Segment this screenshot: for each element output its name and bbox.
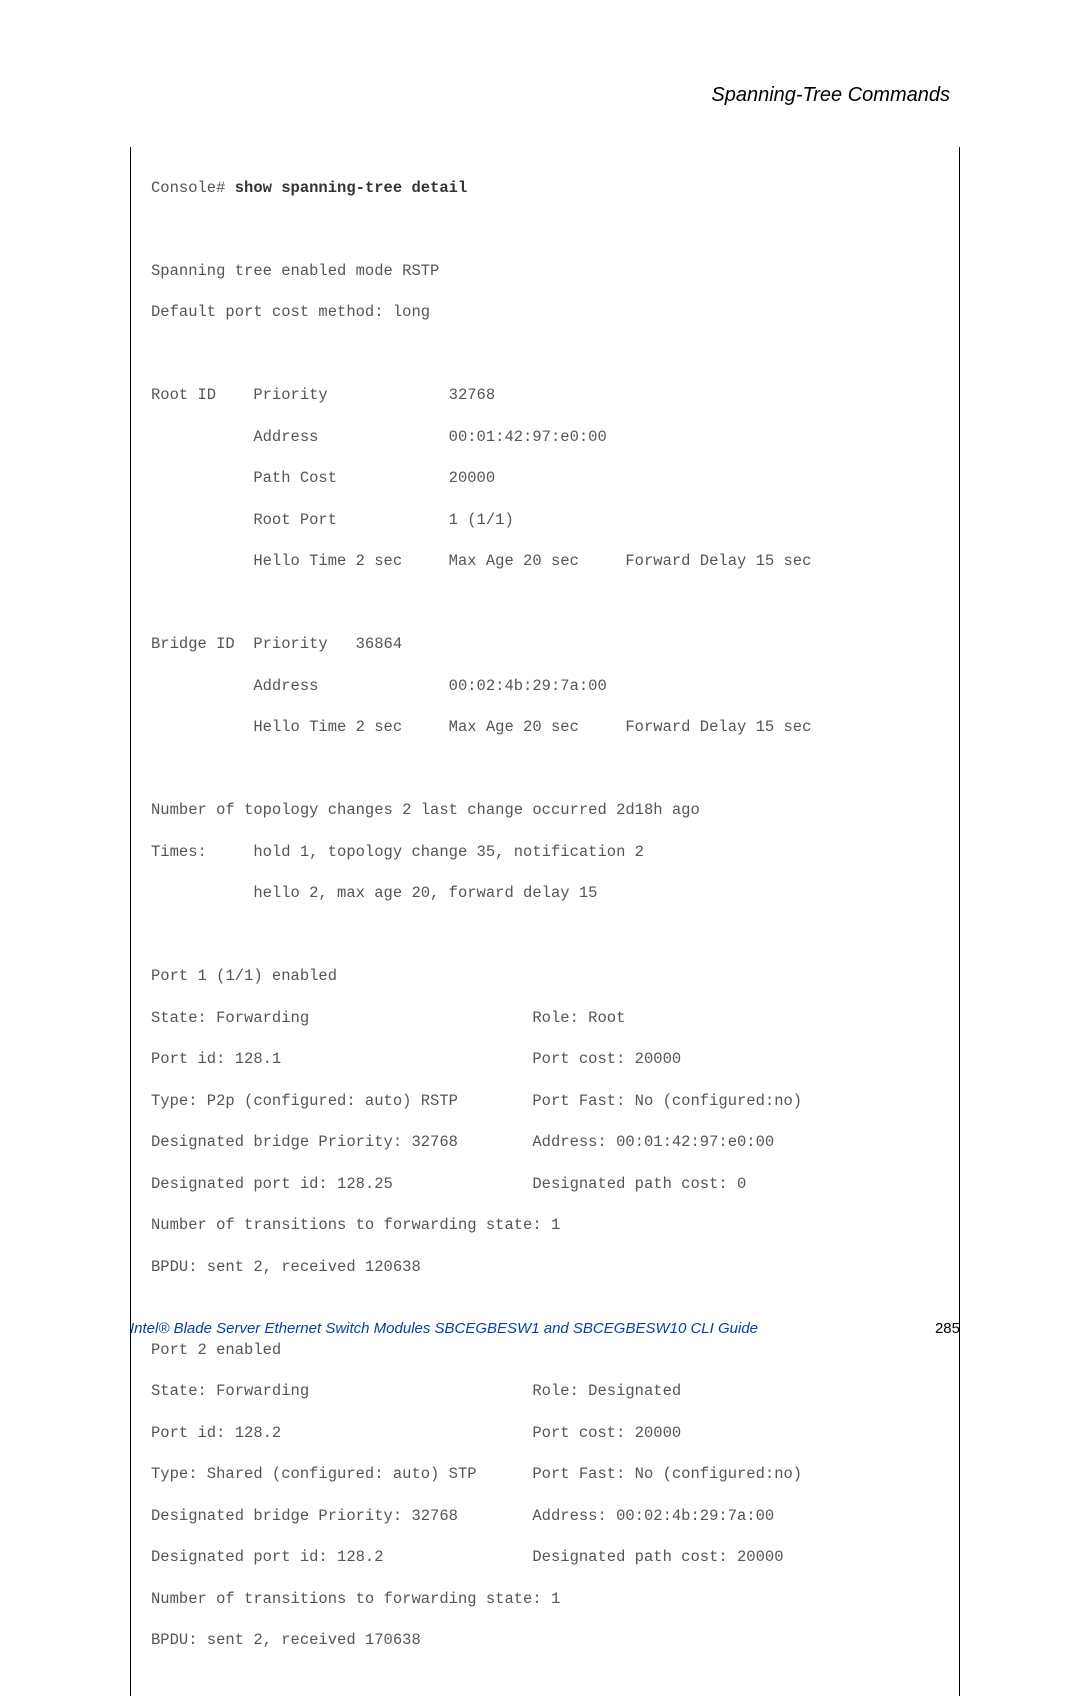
- page: Spanning-Tree Commands Console# show spa…: [0, 0, 1080, 1397]
- console-line: Root ID Priority 32768: [151, 382, 939, 408]
- console-line: Number of transitions to forwarding stat…: [151, 1212, 939, 1238]
- console-line: Port 1 (1/1) enabled: [151, 963, 939, 989]
- console-line: Port id: 128.1 Port cost: 20000: [151, 1046, 939, 1072]
- console-line: [151, 216, 939, 242]
- console-command-line: Console# show spanning-tree detail: [151, 175, 939, 201]
- console-line: Spanning tree enabled mode RSTP: [151, 258, 939, 284]
- console-line: Address 00:02:4b:29:7a:00: [151, 673, 939, 699]
- console-line: Hello Time 2 sec Max Age 20 sec Forward …: [151, 714, 939, 740]
- console-line: Designated bridge Priority: 32768 Addres…: [151, 1503, 939, 1529]
- console-line: [151, 1295, 939, 1321]
- console-line: [151, 756, 939, 782]
- console-line: Type: Shared (configured: auto) STP Port…: [151, 1461, 939, 1487]
- footer-page-number: 285: [935, 1320, 960, 1337]
- console-line: [151, 341, 939, 367]
- console-line: BPDU: sent 2, received 120638: [151, 1254, 939, 1280]
- console-prompt: Console#: [151, 179, 235, 197]
- console-line: Number of topology changes 2 last change…: [151, 797, 939, 823]
- console-line: Path Cost 20000: [151, 465, 939, 491]
- console-line: Port id: 128.2 Port cost: 20000: [151, 1420, 939, 1446]
- console-line: Designated port id: 128.25 Designated pa…: [151, 1171, 939, 1197]
- console-line: Designated bridge Priority: 32768 Addres…: [151, 1129, 939, 1155]
- console-line: Root Port 1 (1/1): [151, 507, 939, 533]
- section-title: Spanning-Tree Commands: [130, 84, 960, 107]
- console-line: [151, 922, 939, 948]
- console-line: Hello Time 2 sec Max Age 20 sec Forward …: [151, 548, 939, 574]
- console-line: Address 00:01:42:97:e0:00: [151, 424, 939, 450]
- console-output: Console# show spanning-tree detail Spann…: [130, 147, 960, 1696]
- console-line: Port 2 enabled: [151, 1337, 939, 1363]
- console-line: BPDU: sent 2, received 170638: [151, 1627, 939, 1653]
- page-footer: Intel® Blade Server Ethernet Switch Modu…: [130, 1320, 960, 1337]
- console-line: State: Forwarding Role: Designated: [151, 1378, 939, 1404]
- console-line: [151, 590, 939, 616]
- console-line: Default port cost method: long: [151, 299, 939, 325]
- console-line: hello 2, max age 20, forward delay 15: [151, 880, 939, 906]
- console-line: Designated port id: 128.2 Designated pat…: [151, 1544, 939, 1570]
- console-command: show spanning-tree detail: [235, 179, 468, 197]
- console-line: Times: hold 1, topology change 35, notif…: [151, 839, 939, 865]
- footer-doc-title: Intel® Blade Server Ethernet Switch Modu…: [130, 1320, 758, 1337]
- console-line: Type: P2p (configured: auto) RSTP Port F…: [151, 1088, 939, 1114]
- console-line: Bridge ID Priority 36864: [151, 631, 939, 657]
- console-line: Number of transitions to forwarding stat…: [151, 1586, 939, 1612]
- console-line: State: Forwarding Role: Root: [151, 1005, 939, 1031]
